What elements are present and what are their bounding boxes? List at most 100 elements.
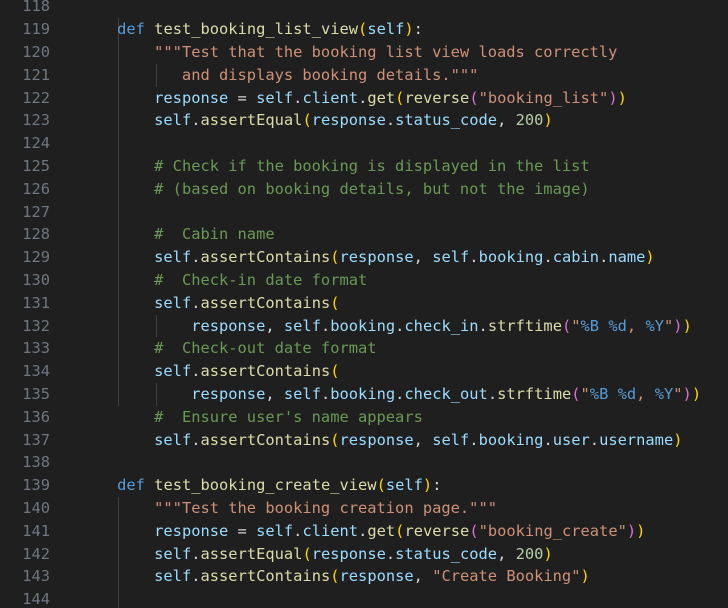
code-token: .: [395, 316, 405, 335]
code-token: self: [283, 385, 321, 403]
code-editor[interactable]: 118 119 def test_booking_list_view(self):…: [0, 0, 728, 608]
code-line[interactable]: 120 """Test that the booking list view l…: [0, 41, 728, 64]
code-line[interactable]: 141 response = self.client.get(reverse("…: [0, 520, 728, 543]
code-token: assertEqual: [200, 111, 303, 130]
code-line[interactable]: 142 self.assertEqual(response.status_cod…: [0, 543, 728, 566]
code-token: .: [589, 430, 600, 449]
code-line[interactable]: 140 """Test the booking creation page.""…: [0, 497, 728, 520]
line-number: 133: [22, 339, 50, 358]
code-text: # Check if the booking is displayed in t…: [80, 155, 590, 178]
code-line[interactable]: 130 # Check-in date format: [0, 269, 728, 292]
code-token: ): [543, 111, 553, 130]
code-text: # Cabin name: [80, 223, 275, 246]
code-line[interactable]: 124: [0, 132, 728, 155]
code-text: response, self.booking.check_out.strftim…: [80, 383, 701, 406]
line-number: 123: [22, 111, 50, 130]
code-token: .: [385, 111, 396, 130]
code-token: booking: [478, 430, 544, 449]
line-number: 118: [22, 0, 50, 16]
code-token: user: [552, 430, 590, 449]
code-text: and displays booking details.""": [80, 64, 479, 87]
code-text: def test_booking_create_view(self):: [80, 474, 441, 497]
code-token: self: [154, 362, 192, 381]
code-line[interactable]: 136 # Ensure user's name appears: [0, 406, 728, 429]
code-line[interactable]: 129 self.assertContains(response, self.b…: [0, 246, 728, 269]
line-number: 140: [22, 499, 50, 517]
code-line[interactable]: 122 response = self.client.get(reverse("…: [0, 87, 728, 110]
code-line[interactable]: 143 self.assertContains(response, "Creat…: [0, 565, 728, 588]
code-token: ": [664, 316, 674, 335]
code-line[interactable]: 133 # Check-out date format: [0, 337, 728, 360]
code-token: .: [599, 248, 609, 267]
line-number: 139: [22, 476, 50, 495]
line-number: 120: [22, 43, 50, 61]
code-line[interactable]: 132 response, self.booking.check_in.strf…: [0, 315, 728, 338]
code-line[interactable]: 127: [0, 201, 728, 224]
code-token: .: [191, 362, 201, 381]
code-token: (: [571, 385, 581, 403]
code-token: assertContains: [200, 567, 331, 586]
code-token: self: [154, 567, 192, 586]
code-token: (: [376, 476, 386, 495]
line-number: 142: [22, 544, 50, 563]
code-token: 200: [515, 111, 544, 130]
line-number: 129: [22, 248, 50, 267]
code-token: (: [358, 20, 368, 39]
code-text: """Test that the booking list view loads…: [80, 41, 617, 64]
line-number: 121: [22, 65, 50, 84]
line-number: 125: [22, 157, 50, 175]
code-token: check_out: [404, 385, 488, 403]
code-token: strftime: [497, 385, 572, 403]
code-line[interactable]: 128 # Cabin name: [0, 223, 728, 246]
code-token: self: [154, 544, 192, 563]
code-token: reverse: [404, 521, 470, 540]
code-line[interactable]: 135 response, self.booking.check_out.str…: [0, 383, 728, 406]
code-line[interactable]: 118: [0, 0, 728, 18]
code-token: self: [154, 248, 192, 267]
code-token: assertEqual: [200, 544, 303, 563]
code-token: reverse: [404, 88, 470, 107]
code-token: # Cabin name: [154, 225, 275, 244]
code-token: ,: [413, 430, 433, 449]
code-text: self.assertEqual(response.status_code, 2…: [80, 543, 553, 566]
code-line[interactable]: 134 self.assertContains(: [0, 360, 728, 383]
code-token: self: [367, 20, 405, 39]
line-number: 132: [22, 316, 50, 335]
code-token: # Check-out date format: [154, 339, 377, 358]
code-line[interactable]: 119 def test_booking_list_view(self):: [0, 18, 728, 41]
code-token: response: [154, 88, 229, 107]
code-text: self.assertContains(response, "Create Bo…: [80, 565, 590, 588]
code-line[interactable]: 131 self.assertContains(: [0, 292, 728, 315]
code-token: "booking_list": [478, 88, 609, 107]
code-token: ,: [265, 385, 284, 403]
code-line[interactable]: 139 def test_booking_create_view(self):: [0, 474, 728, 497]
code-token: """Test the booking creation page.""": [154, 499, 497, 517]
code-token: # (based on booking details, but not the…: [154, 179, 590, 198]
code-line[interactable]: 138: [0, 451, 728, 474]
code-line[interactable]: 137 self.assertContains(response, self.b…: [0, 429, 728, 452]
code-line[interactable]: 123 self.assertEqual(response.status_cod…: [0, 109, 728, 132]
code-token: .: [543, 248, 553, 267]
code-token: ,: [626, 316, 646, 335]
line-number: 141: [22, 521, 50, 540]
code-token: (: [469, 88, 479, 107]
code-token: booking: [330, 385, 396, 403]
code-token: ": [580, 385, 590, 403]
code-line[interactable]: 125 # Check if the booking is displayed …: [0, 155, 728, 178]
code-line[interactable]: 126 # (based on booking details, but not…: [0, 178, 728, 201]
line-number: 127: [22, 202, 50, 221]
code-token: self: [154, 111, 192, 130]
code-token: response: [191, 385, 266, 403]
code-line[interactable]: 144: [0, 588, 728, 608]
line-number: 134: [22, 362, 50, 381]
code-line[interactable]: 121 and displays booking details.""": [0, 64, 728, 87]
